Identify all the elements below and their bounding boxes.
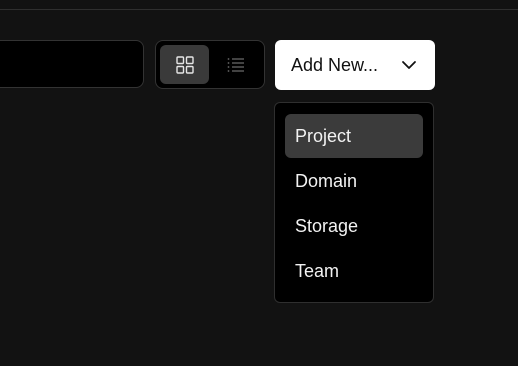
page: Add New... Project Domain Storage Team	[0, 0, 518, 366]
add-new-dropdown-menu: Project Domain Storage Team	[274, 102, 434, 303]
add-new-label: Add New...	[291, 54, 379, 75]
menu-item-project[interactable]: Project	[285, 114, 423, 158]
menu-item-label: Team	[295, 260, 340, 281]
menu-item-storage[interactable]: Storage	[285, 204, 423, 248]
menu-item-domain[interactable]: Domain	[285, 159, 423, 203]
add-new-button[interactable]: Add New...	[275, 40, 435, 90]
chevron-down-icon	[401, 60, 417, 70]
list-icon	[227, 57, 244, 72]
view-toggle	[155, 40, 265, 89]
top-divider	[0, 9, 518, 10]
grid-view-button[interactable]	[160, 45, 209, 84]
menu-item-team[interactable]: Team	[285, 249, 423, 293]
search-input[interactable]	[0, 40, 144, 88]
menu-item-label: Storage	[295, 215, 359, 236]
menu-item-label: Domain	[295, 170, 358, 191]
grid-icon	[175, 55, 194, 74]
menu-item-label: Project	[295, 125, 352, 146]
list-view-button[interactable]	[211, 45, 260, 84]
